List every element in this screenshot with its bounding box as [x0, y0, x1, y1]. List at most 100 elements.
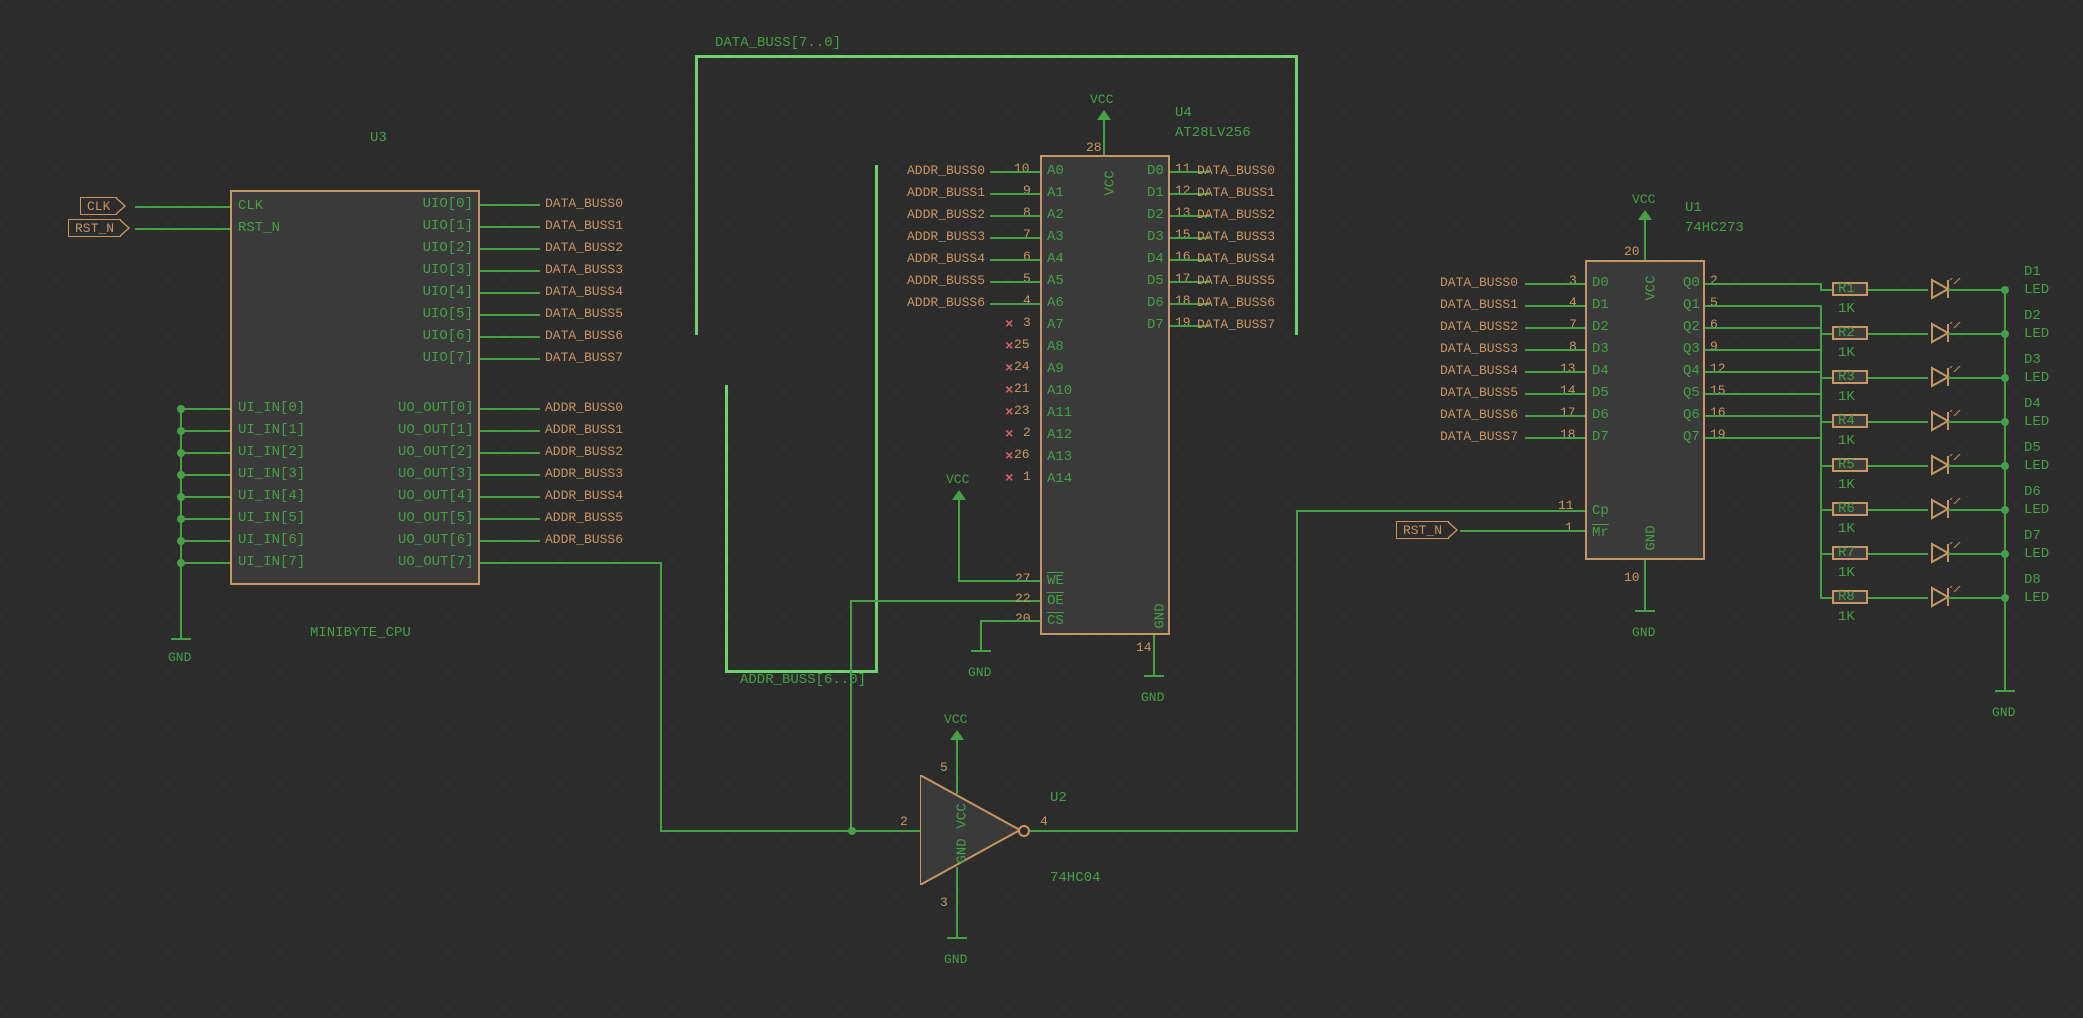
u4-l-3: A3: [1047, 229, 1064, 245]
u4-vcc-arr: [1097, 110, 1111, 120]
schematic-canvas[interactable]: DATA_BUSS[7..0] ADDR_BUSS[6..0] U3 MINIB…: [0, 0, 2083, 1018]
u3-uo-w-4: [480, 496, 540, 498]
u1-gnd-num: 10: [1624, 570, 1640, 585]
u4-r-3: D3: [1147, 229, 1164, 245]
u4-x-13: ×: [1005, 449, 1013, 465]
u3-uio-net-3: DATA_BUSS3: [545, 262, 623, 277]
u4-l-7: A7: [1047, 317, 1064, 333]
u3-uiin-4: UI_IN[4]: [238, 488, 305, 504]
u1-rn-0: 2: [1710, 273, 1718, 288]
led-ref-5: D6: [2024, 484, 2041, 500]
cs-gnd-bar: [971, 650, 991, 652]
u3-uio-net-1: DATA_BUSS1: [545, 218, 623, 233]
u4-ln-5: 5: [1023, 271, 1031, 286]
u1-ln-7: 18: [1560, 427, 1576, 442]
led-gnd-v: [2004, 290, 2006, 690]
u4-l-5: A5: [1047, 273, 1064, 289]
res-val-2: 1K: [1838, 389, 1855, 405]
u3-uo-net-4: ADDR_BUSS4: [545, 488, 623, 503]
u4-ln-4: 6: [1023, 249, 1031, 264]
bus-data-label: DATA_BUSS[7..0]: [715, 35, 841, 51]
u4-r-6: D6: [1147, 295, 1164, 311]
u3-uo-w-3: [480, 474, 540, 476]
u3-uio-w-0: [480, 204, 540, 206]
res-val-3: 1K: [1838, 433, 1855, 449]
u4-rn-4: 16: [1175, 249, 1191, 264]
led-val-3: LED: [2024, 414, 2049, 430]
uo7-h1: [480, 562, 660, 564]
res-ref-4: R5: [1838, 457, 1855, 473]
u3-uiin-w-4: [180, 496, 230, 498]
u4-ln-2: 8: [1023, 205, 1031, 220]
u4-x-10: ×: [1005, 383, 1013, 399]
u2-out-num: 4: [1040, 814, 1048, 829]
u4-l-12: A12: [1047, 427, 1072, 443]
res-ref-3: R4: [1838, 413, 1855, 429]
led-ref-6: D7: [2024, 528, 2041, 544]
u4-lnet-4: ADDR_BUSS4: [895, 251, 985, 266]
u3-uiin-w-1: [180, 430, 230, 432]
u3-value: MINIBYTE_CPU: [310, 625, 411, 641]
oe-v: [850, 600, 852, 832]
u2-cp-h: [1296, 510, 1586, 512]
u3-uo-1: UO_OUT[1]: [398, 422, 473, 438]
res-ref-1: R2: [1838, 325, 1855, 341]
rstn-wire: [135, 228, 230, 230]
u4-l-0: A0: [1047, 163, 1064, 179]
u3-uio-net-6: DATA_BUSS6: [545, 328, 623, 343]
u2-body[interactable]: [920, 775, 1030, 885]
bus-addr-label: ADDR_BUSS[6..0]: [740, 672, 866, 688]
u4-vcc-lbl: VCC: [1090, 92, 1113, 107]
r-w2-5: [1868, 509, 1928, 511]
u3-uio-0: UIO[0]: [418, 196, 473, 212]
u1-lnet-2: DATA_BUSS2: [1428, 319, 1518, 334]
u1-l-0: D0: [1592, 275, 1609, 291]
u3-uiin-6: UI_IN[6]: [238, 532, 305, 548]
u1-rw-6: [1705, 415, 1820, 417]
u1-rstn-label[interactable]: RST_N: [1396, 521, 1449, 539]
u3-uo-w-0: [480, 408, 540, 410]
cs-v: [980, 620, 982, 650]
u3-uio-net-0: DATA_BUSS0: [545, 196, 623, 211]
u4-lw-3: [990, 237, 1040, 239]
u1-ln-3: 8: [1569, 339, 1577, 354]
u1-ln-0: 3: [1569, 273, 1577, 288]
u1-cp-num: 11: [1558, 498, 1574, 513]
uo7-v1: [660, 562, 662, 830]
we-vcc-h: [958, 580, 1040, 582]
u1-l-5: D5: [1592, 385, 1609, 401]
u2-gnd-num: 3: [940, 895, 948, 910]
u1-r-4: Q4: [1683, 363, 1700, 379]
u1-l-3: D3: [1592, 341, 1609, 357]
u4-rn-5: 17: [1175, 271, 1191, 286]
we-vcc-v: [958, 500, 960, 582]
rstn-netlabel[interactable]: RST_N: [68, 219, 121, 237]
cs-gnd-lbl: GND: [968, 665, 991, 680]
u3-uiin-2: UI_IN[2]: [238, 444, 305, 460]
res-ref-7: R8: [1838, 589, 1855, 605]
u3-uo-5: UO_OUT[5]: [398, 510, 473, 526]
u4-rnet-6: DATA_BUSS6: [1197, 295, 1275, 310]
clk-netlabel[interactable]: CLK: [80, 197, 117, 215]
u4-value: AT28LV256: [1175, 125, 1251, 141]
u3-clk: CLK: [238, 198, 263, 214]
u1-rn-3: 9: [1710, 339, 1718, 354]
u4-gnd-w: [1153, 635, 1155, 675]
r-w2-6: [1868, 553, 1928, 555]
u3-uio-4: UIO[4]: [418, 284, 473, 300]
u1-rw-2: [1705, 327, 1820, 329]
u1-l-4: D4: [1592, 363, 1609, 379]
u1-l-6: D6: [1592, 407, 1609, 423]
u4-l-13: A13: [1047, 449, 1072, 465]
u2-gnd-w: [956, 867, 958, 937]
res-ref-0: R1: [1838, 281, 1855, 297]
u4-rnet-1: DATA_BUSS1: [1197, 185, 1275, 200]
u1-lnet-6: DATA_BUSS6: [1428, 407, 1518, 422]
u4-ln-13: 26: [1014, 447, 1030, 462]
u4-cn-1: 22: [1015, 591, 1031, 606]
u4-r-1: D1: [1147, 185, 1164, 201]
bus-addr-v2: [875, 165, 878, 673]
u4-ln-1: 9: [1023, 183, 1031, 198]
u1-gnd-bar: [1635, 610, 1655, 612]
led-ref-0: D1: [2024, 264, 2041, 280]
